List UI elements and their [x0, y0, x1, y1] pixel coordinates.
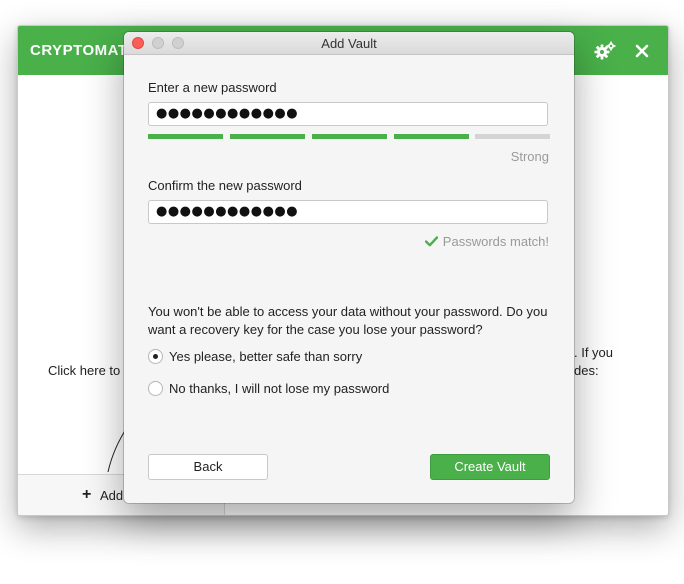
dialog-titlebar: Add Vault — [124, 32, 574, 55]
right-hint-text-1: . If you — [574, 345, 614, 360]
strength-segment — [394, 134, 469, 139]
strength-segment — [230, 134, 305, 139]
confirm-password-label: Confirm the new password — [148, 178, 302, 193]
password-match-status: Passwords match! — [424, 234, 549, 249]
new-password-field[interactable]: ●●●●●●●●●●●● — [148, 102, 548, 126]
password-strength-meter — [148, 134, 550, 139]
new-password-label: Enter a new password — [148, 80, 277, 95]
dialog-title: Add Vault — [321, 36, 377, 51]
recovery-option-yes[interactable]: Yes please, better safe than sorry — [148, 349, 362, 364]
radio-button[interactable] — [148, 381, 163, 396]
recovery-option-no-label: No thanks, I will not lose my password — [169, 381, 390, 396]
checkmark-icon — [424, 236, 438, 247]
recovery-key-question: You won't be able to access your data wi… — [148, 304, 548, 337]
strength-label: Strong — [510, 149, 549, 164]
create-vault-button[interactable]: Create Vault — [430, 454, 550, 480]
confirm-password-field[interactable]: ●●●●●●●●●●●● — [148, 200, 548, 224]
recovery-option-no[interactable]: No thanks, I will not lose my password — [148, 381, 389, 396]
add-vault-dialog: Add Vault Enter a new password ●●●●●●●●●… — [124, 32, 574, 503]
close-icon[interactable] — [630, 39, 654, 63]
recovery-option-yes-label: Yes please, better safe than sorry — [169, 349, 363, 364]
strength-segment — [475, 134, 550, 139]
strength-segment — [148, 134, 223, 139]
back-button[interactable]: Back — [148, 454, 268, 480]
right-hint-text-2: des: — [574, 363, 599, 378]
add-vault-label: Add — [100, 488, 124, 503]
password-match-text: Passwords match! — [442, 234, 549, 249]
settings-gears-icon[interactable] — [593, 39, 617, 63]
strength-segment — [312, 134, 387, 139]
app-title: CRYPTOMAT — [30, 42, 128, 59]
radio-button-selected[interactable] — [148, 349, 163, 364]
plus-icon: + — [82, 486, 92, 503]
empty-hint-text: Click here to — [48, 363, 121, 378]
